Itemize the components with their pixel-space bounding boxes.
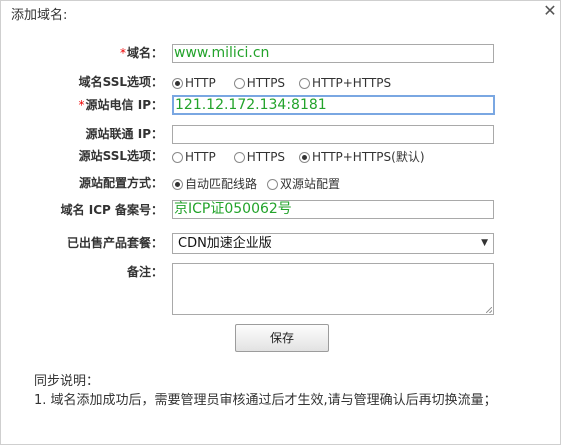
save-button[interactable]: 保存: [235, 324, 329, 352]
radio-unchecked-icon: [172, 151, 183, 163]
origin-ssl-https-radio[interactable]: HTTPS: [233, 147, 285, 167]
package-label: 已出售产品套餐：: [66, 236, 163, 250]
origin-unicom-ip-label: 源站联通 IP：: [85, 127, 163, 141]
origin-config-label: 源站配置方式：: [78, 176, 163, 190]
origin-ssl-both-radio[interactable]: HTTP+HTTPS(默认): [299, 147, 425, 167]
origin-ssl-label: 源站SSL选项：: [78, 149, 163, 163]
radio-unchecked-icon: [267, 178, 279, 190]
radio-checked-icon: [172, 77, 183, 89]
add-domain-dialog: 添加域名: ✕ *域名： www.milici.cn 域名SSL选项： HTTP…: [0, 0, 561, 445]
remark-textarea[interactable]: [172, 263, 494, 315]
radio-checked-icon: [299, 151, 311, 163]
notes-heading: 同步说明：: [34, 374, 100, 389]
origin-config-dual-radio[interactable]: 双源站配置: [267, 174, 340, 194]
domain-input[interactable]: www.milici.cn: [172, 44, 494, 63]
notes-item: 1. 域名添加成功后，需要管理员审核通过后才生效,请与管理确认后再切换流量；: [34, 393, 497, 408]
domain-ssl-options: HTTP HTTPS HTTP+HTTPS: [172, 72, 405, 92]
origin-config-options: 自动匹配线路 双源站配置: [172, 173, 354, 193]
package-select[interactable]: CDN加速企业版 ▼: [172, 233, 494, 254]
dropdown-arrow-icon: ▼: [481, 238, 488, 248]
origin-ssl-http-radio[interactable]: HTTP: [172, 147, 216, 167]
resize-grip-icon[interactable]: [486, 307, 492, 313]
origin-unicom-ip-input[interactable]: [172, 125, 494, 144]
icp-input[interactable]: 京ICP证050062号: [172, 200, 494, 219]
radio-checked-icon: [172, 178, 183, 190]
radio-unchecked-icon: [233, 151, 245, 163]
origin-telecom-ip-input[interactable]: 121.12.172.134:8181: [172, 95, 495, 115]
origin-config-auto-radio[interactable]: 自动匹配线路: [172, 174, 257, 194]
origin-telecom-ip-label: *源站电信 IP：: [78, 98, 163, 112]
origin-ssl-options: HTTP HTTPS HTTP+HTTPS(默认): [172, 146, 439, 166]
icp-label: 域名 ICP 备案号：: [60, 203, 163, 217]
radio-unchecked-icon: [233, 77, 245, 89]
domain-label: *域名：: [119, 46, 163, 60]
dialog-title: 添加域名:: [11, 8, 68, 23]
domain-ssl-both-radio[interactable]: HTTP+HTTPS: [299, 73, 391, 93]
remark-label: 备注：: [126, 265, 163, 279]
required-mark: *: [78, 98, 85, 112]
radio-unchecked-icon: [299, 77, 311, 89]
domain-ssl-https-radio[interactable]: HTTPS: [233, 73, 285, 93]
domain-ssl-label: 域名SSL选项：: [78, 75, 163, 89]
close-icon[interactable]: ✕: [543, 3, 557, 19]
domain-ssl-http-radio[interactable]: HTTP: [172, 73, 216, 93]
package-selected-value: CDN加速企业版: [178, 236, 272, 251]
required-mark: *: [119, 46, 126, 60]
